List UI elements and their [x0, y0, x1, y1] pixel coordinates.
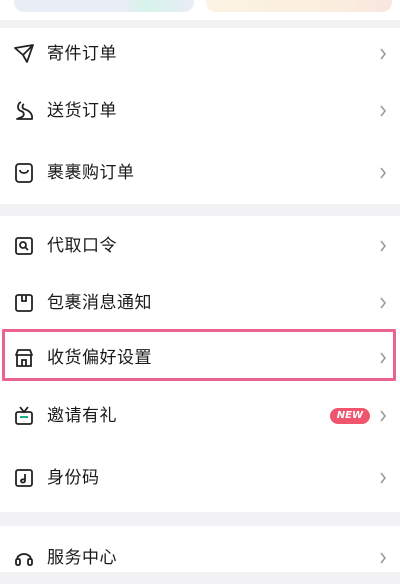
- menu-item-label: 送货订单: [47, 101, 117, 121]
- headset-icon: [12, 546, 36, 570]
- menu-item-label: 裹裹购订单: [47, 163, 135, 183]
- chevron-right-icon: [378, 162, 388, 184]
- chevron-right-icon: [378, 43, 388, 65]
- menu-item-delivery-orders[interactable]: 送货订单: [0, 85, 400, 137]
- menu-item-identity-code[interactable]: 身份码: [0, 452, 400, 504]
- menu-item-guoguo-orders[interactable]: 裹裹购订单: [0, 147, 400, 199]
- gift-tv-icon: [12, 404, 36, 428]
- orders-group: 寄件订单 送货订单 裹裹购订单: [0, 28, 400, 204]
- menu-item-label: 身份码: [47, 468, 100, 488]
- promo-card-right[interactable]: [206, 0, 392, 12]
- menu-item-label: 服务中心: [47, 548, 117, 568]
- highlight-box: [2, 329, 396, 381]
- menu-item-invite-rewards[interactable]: 邀请有礼 NEW: [0, 390, 400, 442]
- chevron-right-icon: [378, 405, 388, 427]
- menu-item-package-notifications[interactable]: 包裹消息通知: [0, 277, 400, 329]
- chevron-right-icon: [378, 100, 388, 122]
- chevron-right-icon: [378, 467, 388, 489]
- menu-item-pickup-code[interactable]: 代取口令: [0, 220, 400, 272]
- menu-item-label: 包裹消息通知: [47, 293, 152, 313]
- menu-item-service-center[interactable]: 服务中心: [0, 532, 400, 584]
- id-code-icon: [12, 466, 36, 490]
- pickup-code-icon: [12, 234, 36, 258]
- new-badge: NEW: [329, 408, 370, 424]
- menu-item-label: 寄件订单: [47, 44, 117, 64]
- promo-card-left[interactable]: [14, 0, 194, 12]
- menu-item-label: 邀请有礼: [47, 406, 117, 426]
- support-group: 服务中心: [0, 526, 400, 572]
- delivery-icon: [12, 99, 36, 123]
- chevron-right-icon: [378, 292, 388, 314]
- chevron-right-icon: [378, 235, 388, 257]
- shopping-bag-icon: [12, 161, 36, 185]
- menu-item-label: 代取口令: [47, 236, 117, 256]
- chevron-right-icon: [378, 547, 388, 569]
- menu-item-send-orders[interactable]: 寄件订单: [0, 28, 400, 80]
- send-plane-icon: [12, 42, 36, 66]
- package-notify-icon: [12, 291, 36, 315]
